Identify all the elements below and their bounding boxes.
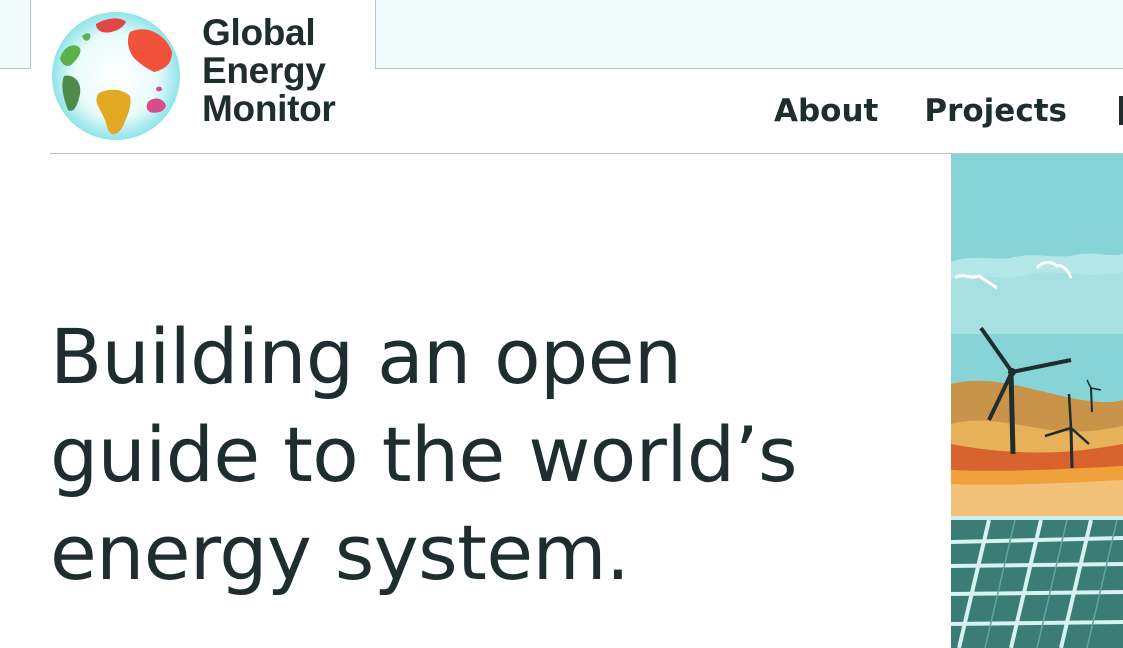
site-logo-link[interactable]: Global Energy Monitor bbox=[50, 8, 360, 143]
nav-about[interactable]: About bbox=[774, 88, 878, 134]
hero-title: Building an open guide to the world’s en… bbox=[50, 308, 930, 602]
nav-projects[interactable]: Projects bbox=[924, 88, 1067, 134]
page: Global Energy Monitor About Projects Bui… bbox=[0, 0, 1123, 648]
main-nav: About Projects bbox=[774, 88, 1113, 134]
hero-title-line2: guide to the world’s bbox=[50, 410, 798, 499]
wordmark-line3: Monitor bbox=[202, 88, 336, 129]
site-wordmark: Global Energy Monitor bbox=[202, 14, 336, 128]
hero-title-line1: Building an open bbox=[50, 312, 682, 401]
wordmark-line2: Energy bbox=[202, 50, 326, 91]
wordmark-line1: Global bbox=[202, 12, 316, 53]
nav-item-next-partial[interactable] bbox=[1119, 96, 1123, 125]
globe-icon bbox=[52, 12, 180, 140]
hero-title-line3: energy system. bbox=[50, 508, 630, 597]
wind-solar-illustration bbox=[951, 154, 1123, 648]
